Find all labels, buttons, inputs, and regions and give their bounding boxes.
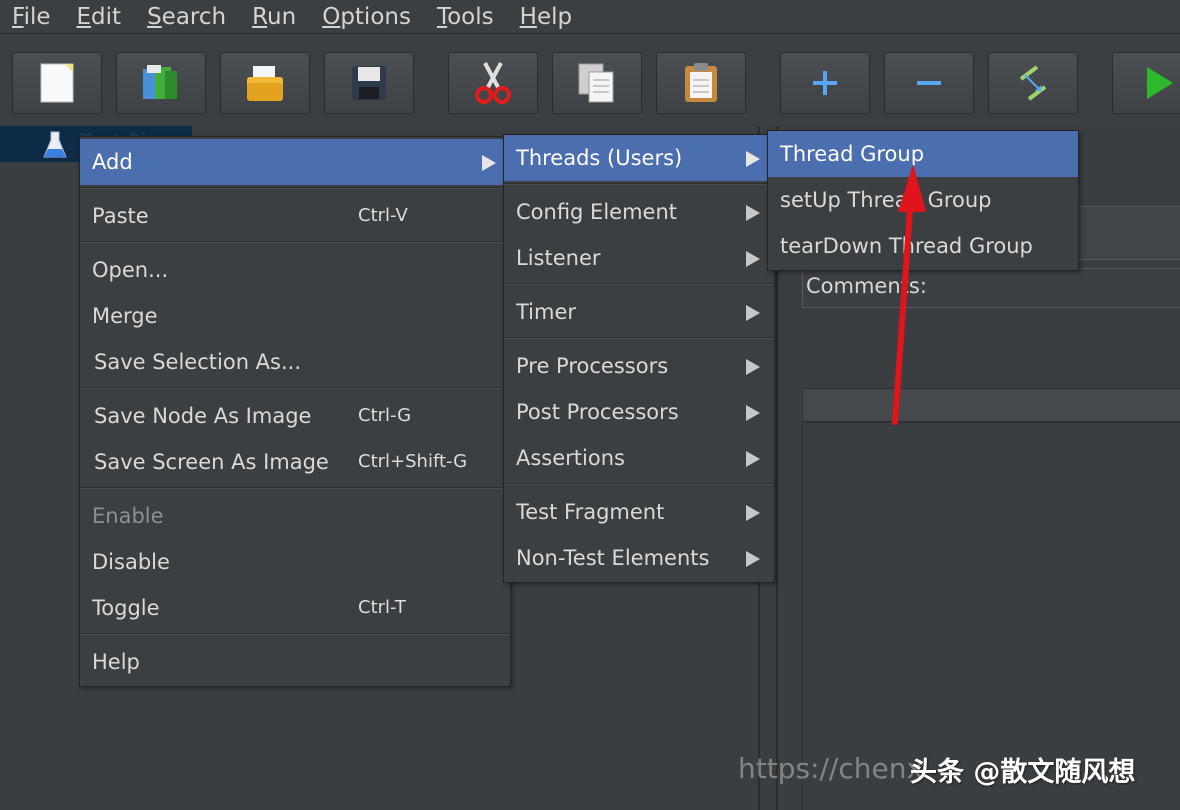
menu-item-paste[interactable]: Paste Ctrl-V: [80, 193, 510, 239]
menu-item-pre-processors[interactable]: Pre Processors: [504, 343, 774, 389]
watermark-brand: 头条 @散文随风想: [910, 757, 1136, 788]
submenu-arrow-icon: [746, 505, 760, 521]
toolbar: [0, 34, 1180, 126]
menu-item-setup-thread-group[interactable]: setUp Thread Group: [768, 177, 1078, 223]
menu-item-thread-group[interactable]: Thread Group: [768, 131, 1078, 177]
menu-item-config-element[interactable]: Config Element: [504, 189, 774, 235]
expand-all-button[interactable]: [780, 52, 870, 114]
menu-item-enable: Enable: [92, 504, 164, 528]
menu-item-disable[interactable]: Disable: [80, 539, 510, 585]
menu-run[interactable]: Run: [252, 2, 296, 32]
menu-item-teardown-thread-group[interactable]: tearDown Thread Group: [768, 223, 1078, 269]
menu-tools[interactable]: Tools: [437, 2, 494, 32]
collapse-icon: [917, 81, 941, 85]
menu-search[interactable]: Search: [147, 2, 226, 32]
collapse-all-button[interactable]: [884, 52, 974, 114]
menu-item-merge[interactable]: Merge: [80, 293, 510, 339]
submenu-arrow-icon: [746, 451, 760, 467]
menu-edit[interactable]: Edit: [77, 2, 122, 32]
submenu-arrow-icon: [746, 405, 760, 421]
menu-item-post-processors[interactable]: Post Processors: [504, 389, 774, 435]
open-icon: [247, 66, 283, 101]
group-box-header: [802, 388, 1180, 422]
save-button[interactable]: [324, 52, 414, 114]
comments-label: Comments:: [806, 274, 927, 298]
menu-file[interactable]: File: [12, 2, 51, 32]
menu-item-save-screen-image[interactable]: Save Screen As Image Ctrl+Shift-G: [80, 439, 510, 485]
start-icon: [1147, 67, 1173, 99]
submenu-arrow-icon: [746, 551, 760, 567]
menu-item-toggle[interactable]: Toggle Ctrl-T: [80, 585, 510, 631]
menu-item-threads-users[interactable]: Threads (Users): [504, 135, 774, 181]
templates-button[interactable]: [116, 52, 206, 114]
submenu-arrow-icon: [746, 205, 760, 221]
expand-icon: [813, 71, 837, 95]
new-icon: [40, 63, 74, 103]
watermark-url: https://chenx: [738, 752, 924, 785]
menu-item-help[interactable]: Help: [80, 639, 510, 685]
submenu-arrow-icon: [746, 151, 760, 167]
cut-button[interactable]: [448, 52, 538, 114]
submenu-arrow-icon: [746, 305, 760, 321]
open-button[interactable]: [220, 52, 310, 114]
menu-item-assertions[interactable]: Assertions: [504, 435, 774, 481]
menu-options[interactable]: Options: [322, 2, 411, 32]
menu-item-non-test-elements[interactable]: Non-Test Elements: [504, 535, 774, 581]
menu-item-add[interactable]: Add: [80, 139, 510, 185]
threads-submenu: Thread Group setUp Thread Group tearDown…: [767, 130, 1079, 271]
toggle-icon: [1019, 65, 1047, 101]
menu-item-open[interactable]: Open...: [80, 247, 510, 293]
templates-icon: [143, 65, 177, 99]
start-button[interactable]: [1112, 52, 1180, 114]
copy-button[interactable]: [552, 52, 642, 114]
menu-item-timer[interactable]: Timer: [504, 289, 774, 335]
cut-icon: [475, 62, 511, 104]
toggle-button[interactable]: [988, 52, 1078, 114]
test-plan-flask-icon: [43, 131, 67, 158]
submenu-arrow-icon: [746, 251, 760, 267]
save-icon: [352, 66, 386, 100]
paste-icon: [685, 63, 717, 102]
menubar: File Edit Search Run Options Tools Help: [0, 0, 1180, 34]
new-button[interactable]: [12, 52, 102, 114]
submenu-arrow-icon: [482, 155, 496, 171]
copy-icon: [578, 63, 614, 103]
add-submenu: Threads (Users) Config Element Listener …: [503, 134, 775, 583]
menu-item-test-fragment[interactable]: Test Fragment: [504, 489, 774, 535]
context-menu: Add Paste Ctrl-V Open... Merge Save Sele…: [79, 136, 511, 687]
submenu-arrow-icon: [746, 359, 760, 375]
paste-button[interactable]: [656, 52, 746, 114]
menu-help[interactable]: Help: [520, 2, 572, 32]
menu-item-save-selection[interactable]: Save Selection As...: [80, 339, 510, 385]
menu-item-listener[interactable]: Listener: [504, 235, 774, 281]
menu-item-save-node-image[interactable]: Save Node As Image Ctrl-G: [80, 393, 510, 439]
